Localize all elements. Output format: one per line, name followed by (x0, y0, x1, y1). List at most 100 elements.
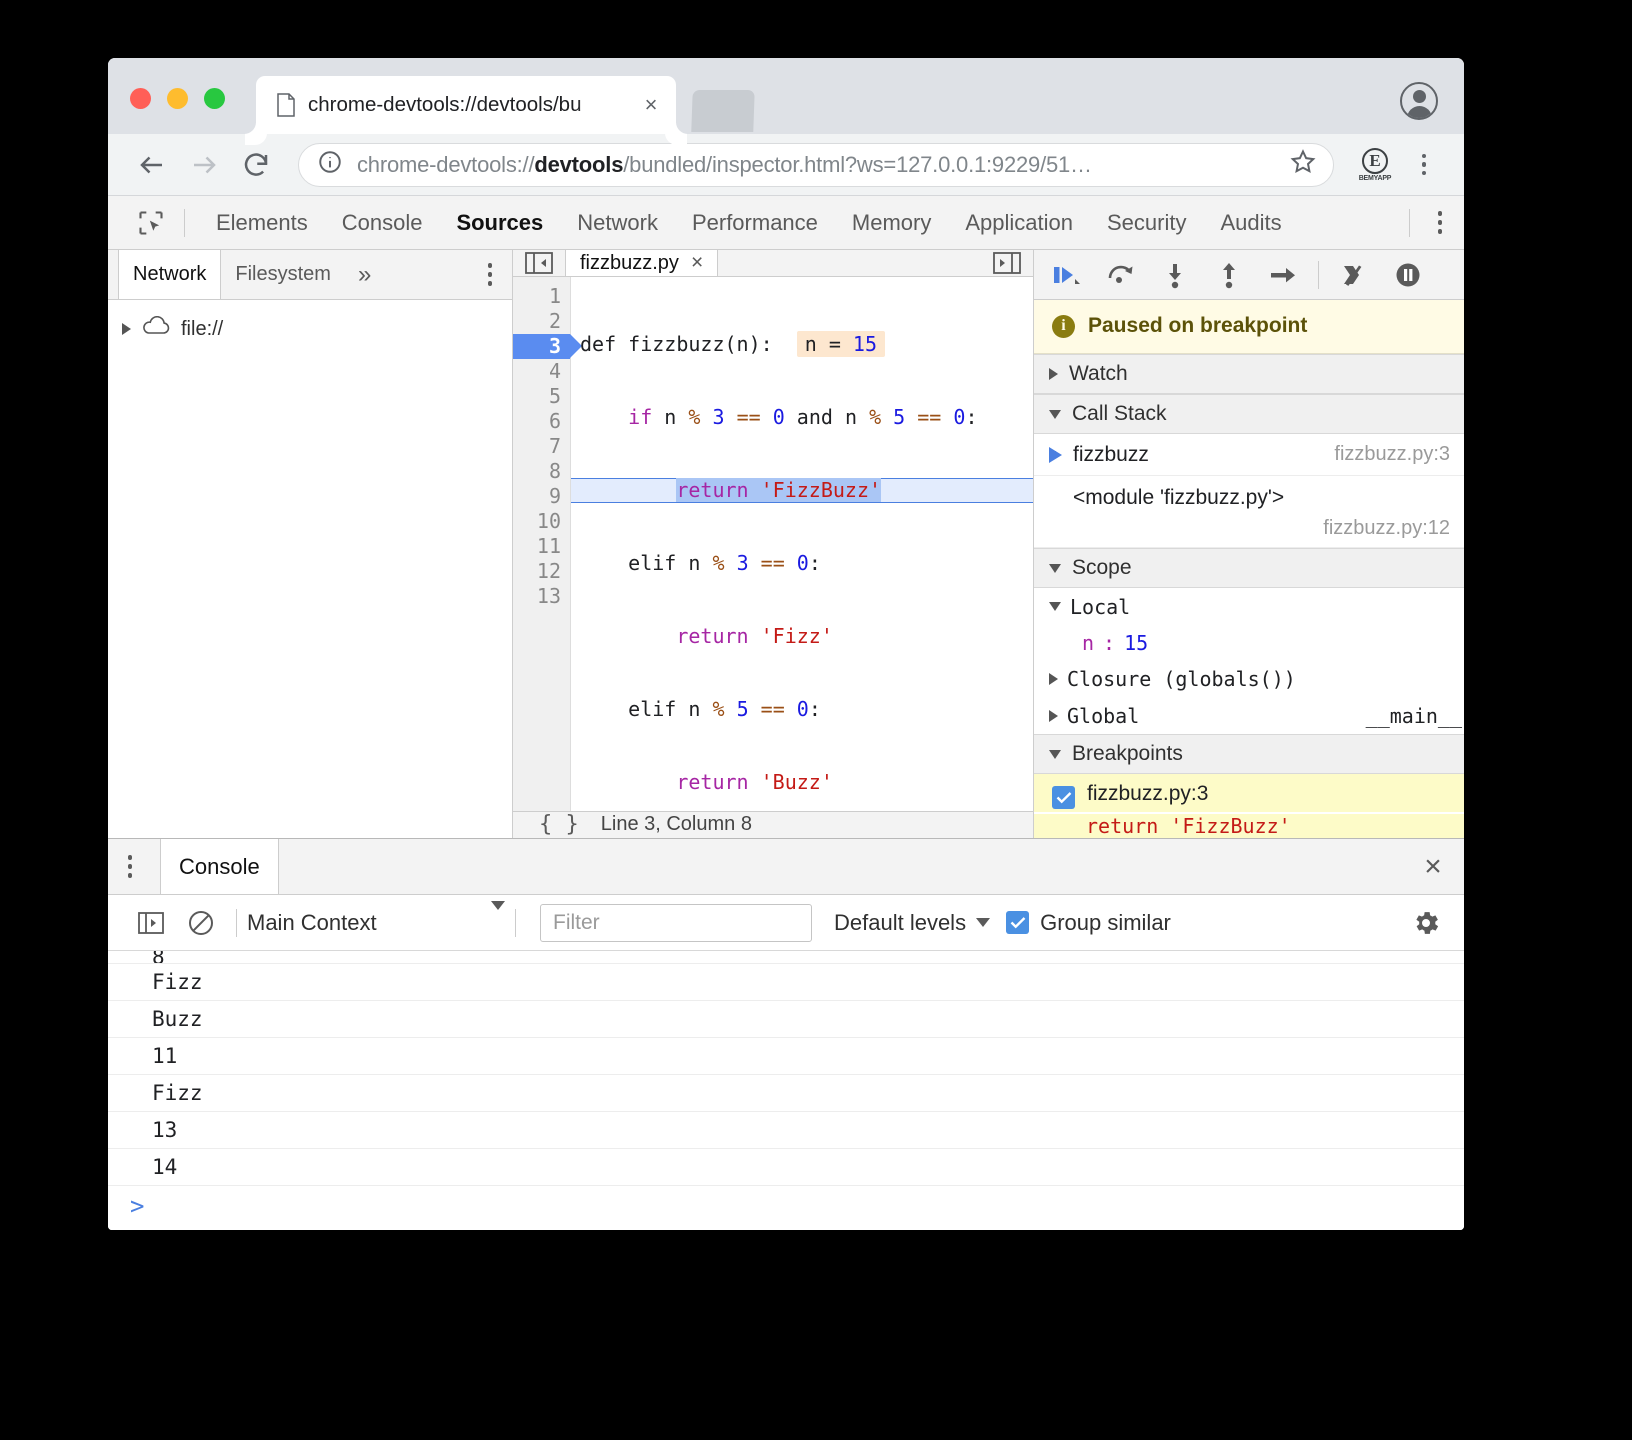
line-number[interactable]: 9 (513, 484, 570, 509)
back-icon[interactable] (128, 141, 176, 189)
bookmark-star-icon[interactable] (1289, 148, 1317, 181)
chevron-down-icon[interactable] (491, 900, 505, 936)
console-sidebar-toggle-icon[interactable] (126, 898, 176, 948)
scope-local[interactable]: Local (1034, 588, 1464, 624)
log-level-selector[interactable]: Default levels (834, 910, 991, 936)
chevron-right-icon[interactable] (1049, 673, 1058, 686)
line-number[interactable]: 6 (513, 409, 570, 434)
clear-console-icon[interactable] (176, 898, 226, 948)
devtools-menu-icon[interactable] (1416, 197, 1464, 249)
breakpoint-checkbox[interactable] (1052, 786, 1075, 810)
code-editor[interactable]: 1 2 3 4 5 6 7 8 9 10 11 12 13 def fizzbu… (513, 277, 1033, 811)
maximize-window-button[interactable] (204, 88, 225, 109)
line-number[interactable]: 7 (513, 434, 570, 459)
tab-memory[interactable]: Memory (835, 197, 948, 249)
line-number-current[interactable]: 3 (513, 334, 582, 360)
code-line[interactable]: if n % 3 == 0 and n % 5 == 0: (571, 405, 1033, 430)
pretty-print-icon[interactable]: { } (539, 812, 579, 837)
new-tab-button[interactable] (691, 90, 755, 132)
navigator-tab-filesystem[interactable]: Filesystem (221, 250, 346, 299)
tab-audits[interactable]: Audits (1203, 197, 1298, 249)
scope-global[interactable]: Global __main__ (1034, 698, 1464, 734)
chevron-down-icon[interactable] (1049, 749, 1061, 759)
step-into-button[interactable] (1148, 250, 1202, 300)
step-over-button[interactable] (1094, 250, 1148, 300)
line-number[interactable]: 1 (513, 284, 570, 309)
tab-performance[interactable]: Performance (675, 197, 835, 249)
filter-input[interactable]: Filter (540, 903, 812, 942)
code-content[interactable]: def fizzbuzz(n): n = 15 if n % 3 == 0 an… (571, 277, 1033, 811)
step-button[interactable] (1256, 250, 1310, 300)
chevron-right-icon[interactable] (1049, 367, 1058, 380)
browser-menu-icon[interactable] (1404, 143, 1444, 187)
editor-tab-fizzbuzz[interactable]: fizzbuzz.py × (565, 250, 719, 277)
tab-network[interactable]: Network (560, 197, 675, 249)
tab-console[interactable]: Console (325, 197, 440, 249)
chevron-down-icon[interactable] (976, 918, 991, 927)
pause-on-exceptions-button[interactable] (1381, 250, 1435, 300)
code-line[interactable]: elif n % 5 == 0: (571, 697, 1033, 722)
navigator-tab-network[interactable]: Network (118, 250, 222, 299)
chevron-right-icon[interactable] (122, 323, 131, 335)
close-icon[interactable]: × (638, 92, 664, 118)
close-icon[interactable]: × (691, 251, 703, 275)
drawer-menu-icon[interactable] (108, 839, 152, 894)
tree-item-file[interactable]: file:// (122, 314, 512, 344)
line-number[interactable]: 10 (513, 509, 570, 534)
chevron-down-icon[interactable] (1049, 409, 1061, 419)
code-line[interactable]: def fizzbuzz(n): n = 15 (571, 331, 1033, 358)
navigator-menu-icon[interactable] (468, 250, 512, 299)
scope-property[interactable]: n: 15 (1034, 625, 1464, 661)
code-line[interactable]: return 'Fizz' (571, 624, 1033, 649)
inspect-element-icon[interactable] (130, 202, 172, 244)
console-output[interactable]: 8 Fizz Buzz 11 Fizz 13 14 > (108, 951, 1464, 1230)
forward-icon[interactable] (180, 141, 228, 189)
section-header-breakpoints[interactable]: Breakpoints (1034, 733, 1464, 775)
context-selector[interactable]: Main Context (247, 900, 505, 936)
chevron-down-icon[interactable] (1049, 563, 1061, 573)
show-debugger-icon[interactable] (981, 250, 1033, 276)
code-line[interactable]: return 'Buzz' (571, 770, 1033, 795)
chevron-down-icon[interactable] (1049, 602, 1061, 612)
line-number[interactable]: 2 (513, 309, 570, 334)
call-stack-row[interactable]: fizzbuzz fizzbuzz.py:3 (1034, 434, 1464, 477)
address-bar[interactable]: chrome-devtools://devtools/bundled/inspe… (298, 142, 1334, 187)
group-similar-checkbox[interactable] (1006, 911, 1030, 934)
call-stack-row[interactable]: <module 'fizzbuzz.py'> fizzbuzz.py:12 (1034, 476, 1464, 549)
line-number[interactable]: 13 (513, 584, 570, 609)
chevron-right-icon[interactable] (1049, 709, 1058, 722)
reload-icon[interactable] (232, 141, 280, 189)
line-number[interactable]: 8 (513, 459, 570, 484)
breakpoint-row[interactable]: fizzbuzz.py:3 (1034, 774, 1464, 812)
extension-icon[interactable]: E BEMYAPP (1356, 146, 1394, 184)
avatar[interactable] (1400, 82, 1438, 120)
group-similar-toggle[interactable]: Group similar (1006, 910, 1171, 936)
line-number-gutter[interactable]: 1 2 3 4 5 6 7 8 9 10 11 12 13 (513, 277, 582, 811)
page-info-icon[interactable] (317, 149, 343, 180)
chevron-right-double-icon[interactable]: » (346, 250, 383, 299)
gear-icon[interactable] (1404, 901, 1448, 945)
tab-elements[interactable]: Elements (199, 197, 325, 249)
section-header-call-stack[interactable]: Call Stack (1034, 393, 1464, 435)
scope-closure[interactable]: Closure (globals()) (1034, 661, 1464, 697)
section-header-watch[interactable]: Watch (1034, 353, 1464, 394)
step-out-button[interactable] (1202, 250, 1256, 300)
deactivate-breakpoints-button[interactable] (1327, 250, 1381, 300)
tab-application[interactable]: Application (948, 197, 1090, 249)
section-header-scope[interactable]: Scope (1034, 548, 1464, 589)
resume-button[interactable] (1040, 250, 1094, 300)
line-number[interactable]: 5 (513, 384, 570, 409)
tab-sources[interactable]: Sources (439, 197, 560, 249)
minimize-window-button[interactable] (167, 88, 188, 109)
console-prompt[interactable]: > (108, 1186, 1464, 1226)
line-number[interactable]: 12 (513, 559, 570, 584)
show-navigator-icon[interactable] (513, 250, 565, 276)
close-icon[interactable]: × (1402, 839, 1464, 894)
drawer-tab-console[interactable]: Console (160, 839, 279, 894)
browser-tab[interactable]: chrome-devtools://devtools/bu × (256, 76, 676, 134)
line-number[interactable]: 11 (513, 534, 570, 559)
close-window-button[interactable] (130, 88, 151, 109)
tab-security[interactable]: Security (1090, 197, 1203, 249)
code-line[interactable]: elif n % 3 == 0: (571, 551, 1033, 576)
line-number[interactable]: 4 (513, 359, 570, 384)
